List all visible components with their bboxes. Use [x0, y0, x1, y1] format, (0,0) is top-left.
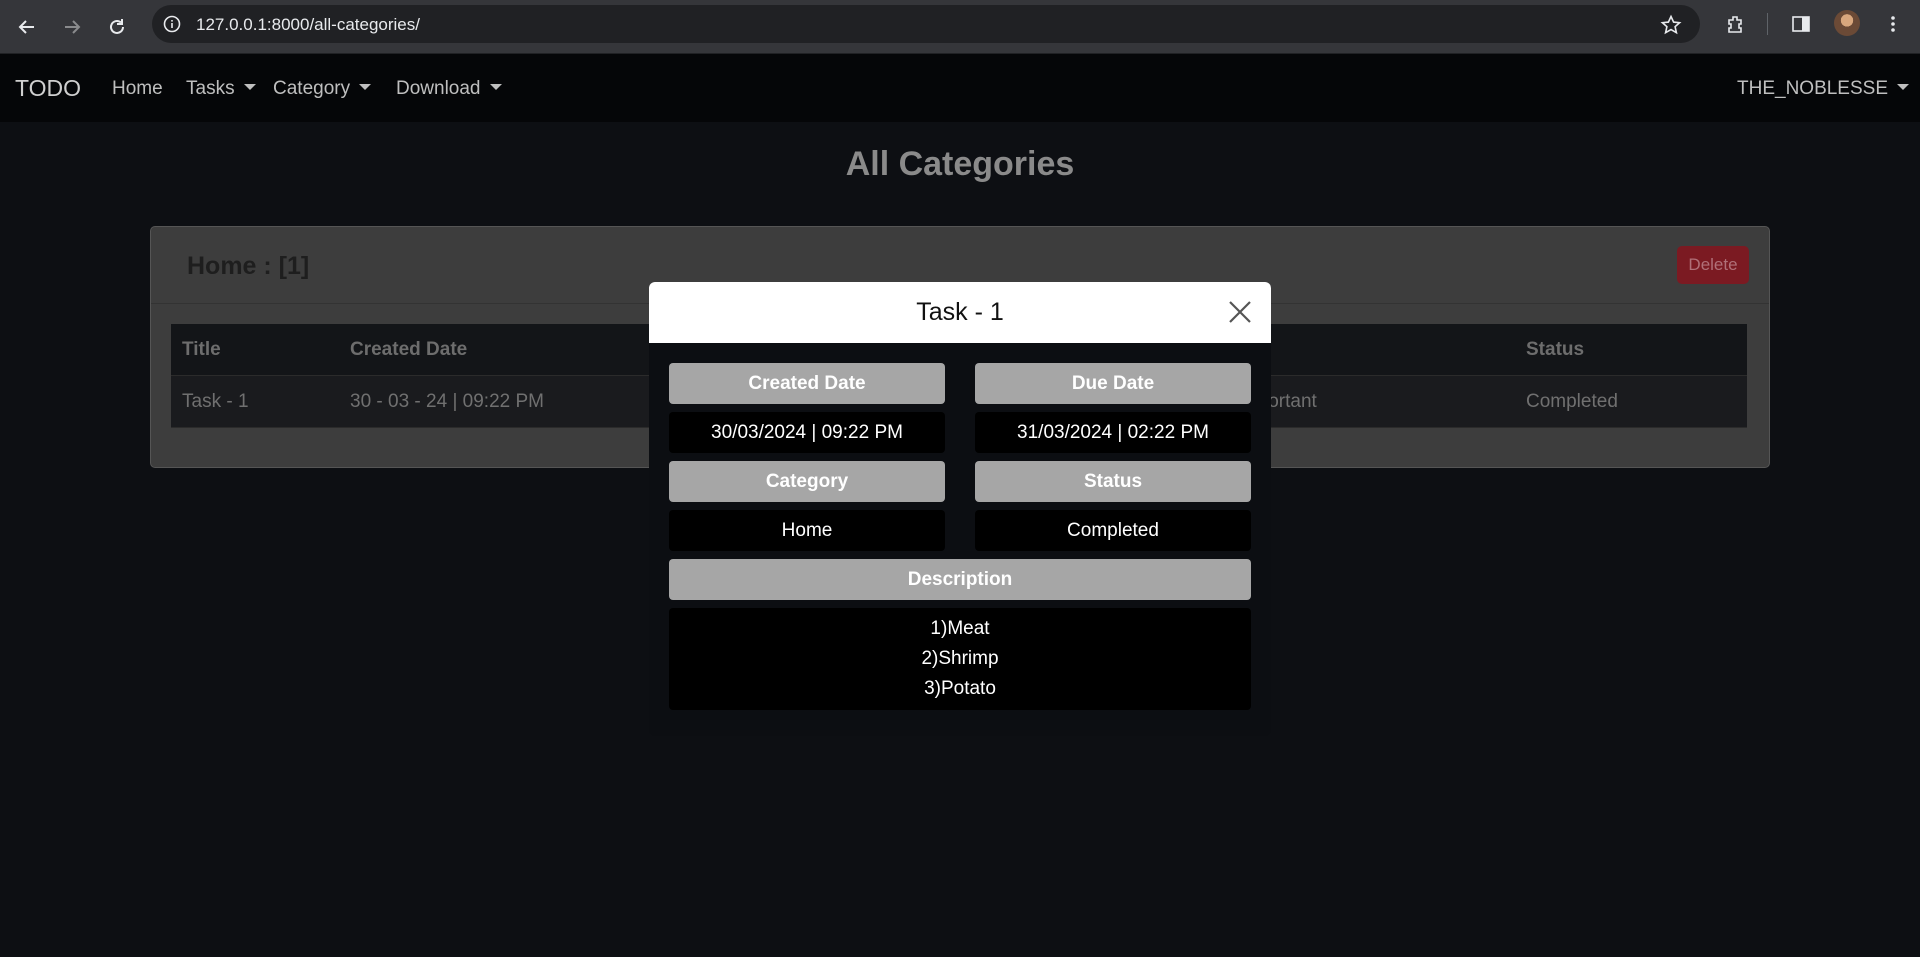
back-button[interactable]	[9, 9, 45, 45]
chevron-down-icon	[489, 84, 502, 90]
bookmark-star-icon[interactable]	[1660, 14, 1682, 36]
nav-download-label: Download	[396, 78, 481, 99]
user-menu-dropdown[interactable]: THE_NOBLESSE	[1737, 78, 1909, 100]
site-info-icon[interactable]	[162, 14, 182, 34]
description-label: Description	[669, 559, 1251, 600]
puzzle-icon	[1728, 16, 1742, 33]
profile-avatar[interactable]	[1834, 10, 1860, 36]
nav-category-label: Category	[273, 78, 351, 99]
app-navbar: TODO Home Tasks Category Download THE_NO…	[0, 54, 1920, 122]
description-value: 1)Meat 2)Shrimp 3)Potato	[669, 608, 1251, 710]
description-line: 1)Meat	[930, 618, 990, 639]
task-detail-modal: Task - 1 Created Date Due Date 30/03/202…	[649, 282, 1271, 736]
reload-button[interactable]	[99, 9, 135, 45]
side-panel-icon	[1792, 16, 1810, 32]
col-status: Status	[1515, 324, 1747, 376]
description-line: 3)Potato	[924, 678, 996, 699]
side-panel-button[interactable]	[1788, 11, 1814, 37]
nav-home[interactable]: Home	[112, 78, 163, 100]
status-value: Completed	[975, 510, 1251, 551]
kebab-menu-icon	[1891, 16, 1895, 32]
status-label: Status	[975, 461, 1251, 502]
address-bar[interactable]: 127.0.0.1:8000/all-categories/	[152, 5, 1700, 43]
user-name: THE_NOBLESSE	[1737, 78, 1888, 99]
reload-icon	[110, 19, 124, 34]
page-title: All Categories	[845, 145, 1075, 183]
nav-tasks-label: Tasks	[186, 78, 235, 99]
category-title: Home : [1]	[187, 252, 310, 280]
task-title-cell[interactable]: Task - 1	[171, 375, 339, 428]
nav-category-dropdown[interactable]: Category	[273, 78, 372, 100]
category-value: Home	[669, 510, 945, 551]
chevron-down-icon	[243, 84, 256, 90]
created-date-label: Created Date	[669, 363, 945, 404]
nav-download-dropdown[interactable]: Download	[396, 78, 502, 100]
description-line: 2)Shrimp	[921, 648, 999, 669]
created-date-value: 30/03/2024 | 09:22 PM	[669, 412, 945, 453]
browser-menu-button[interactable]	[1880, 11, 1906, 37]
task-status-cell: Completed	[1515, 375, 1747, 428]
browser-toolbar: 127.0.0.1:8000/all-categories/	[0, 0, 1920, 54]
nav-tasks-dropdown[interactable]: Tasks	[186, 78, 256, 100]
back-arrow-icon	[18, 20, 34, 34]
category-label: Category	[669, 461, 945, 502]
extensions-button[interactable]	[1723, 11, 1749, 37]
forward-button[interactable]	[54, 9, 90, 45]
modal-header: Task - 1	[649, 282, 1271, 343]
due-date-label: Due Date	[975, 363, 1251, 404]
modal-title: Task - 1	[916, 298, 1004, 326]
col-title: Title	[171, 324, 339, 376]
delete-category-button[interactable]: Delete	[1677, 246, 1749, 284]
chevron-down-icon	[359, 84, 372, 90]
due-date-value: 31/03/2024 | 02:22 PM	[975, 412, 1251, 453]
close-icon[interactable]	[1227, 299, 1253, 325]
chevron-down-icon	[1897, 84, 1909, 90]
toolbar-divider	[1767, 13, 1768, 35]
brand-logo[interactable]: TODO	[15, 75, 81, 102]
forward-arrow-icon	[65, 20, 81, 34]
url-text[interactable]: 127.0.0.1:8000/all-categories/	[196, 15, 420, 35]
